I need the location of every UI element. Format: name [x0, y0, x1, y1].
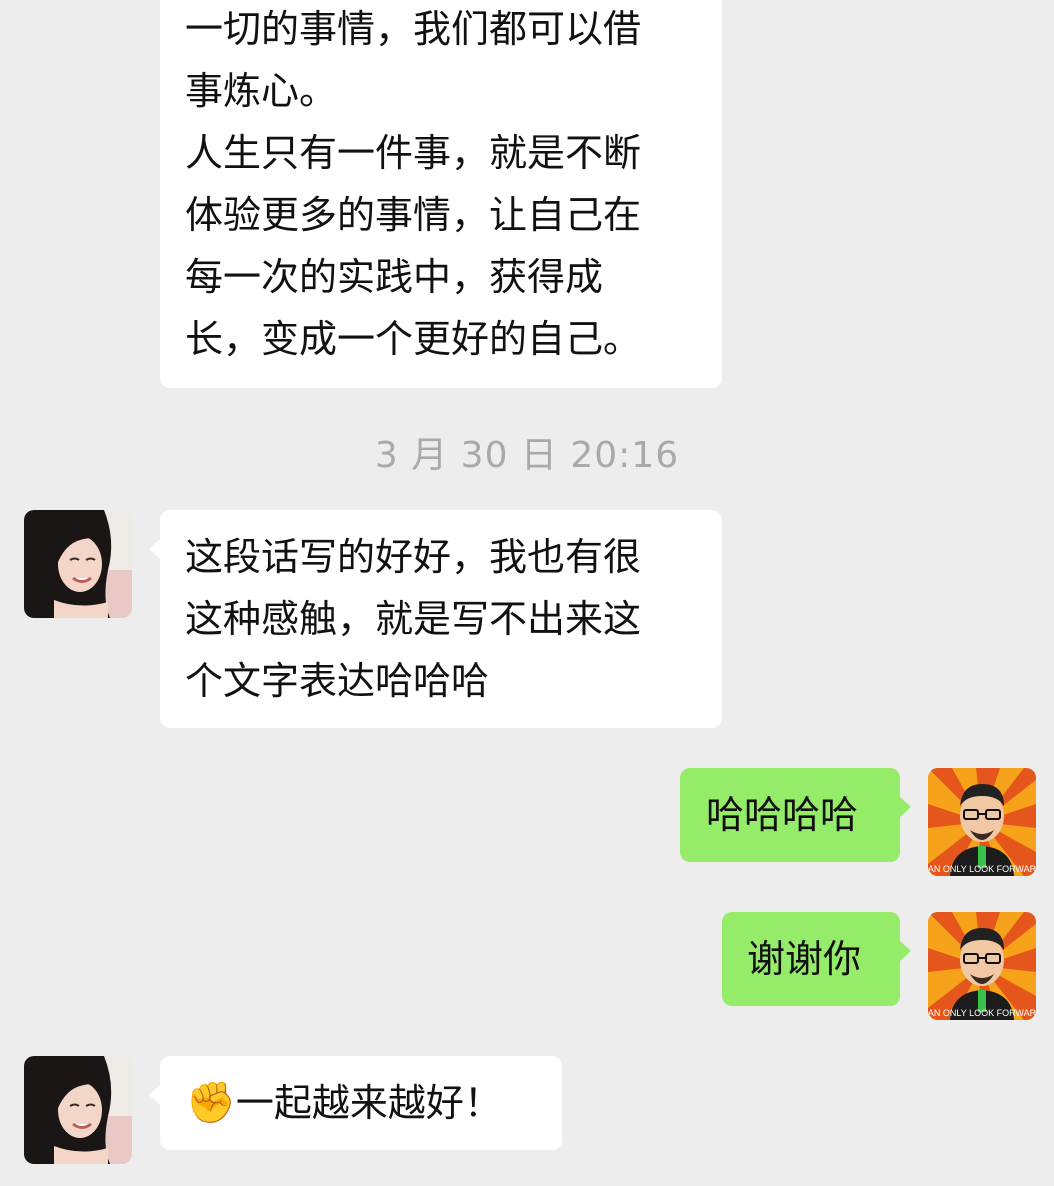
- bubble-tail: [899, 796, 911, 818]
- message-bubble-incoming[interactable]: 这段话写的好好，我也有很 这种感触，就是写不出来这 个文字表达哈哈哈: [149, 510, 722, 728]
- message-bubble-incoming[interactable]: 一切的事情，我们都可以借 事炼心。 人生只有一件事，就是不断 体验更多的事情，让…: [160, 0, 722, 388]
- message-line: 长，变成一个更好的自己。: [185, 317, 642, 361]
- self-avatar[interactable]: CAN ONLY LOOK FORWARD: [928, 768, 1036, 876]
- message-line: 事炼心。: [185, 69, 338, 113]
- bubble-tail: [149, 1084, 161, 1106]
- message-line: 体验更多的事情，让自己在: [185, 193, 642, 237]
- contact-avatar-image: [24, 1056, 132, 1164]
- message-line: 个文字表达哈哈哈: [185, 659, 490, 703]
- self-avatar-image: CAN ONLY LOOK FORWARD: [928, 768, 1036, 876]
- avatar-caption: CAN ONLY LOOK FORWARD: [928, 864, 1036, 874]
- self-avatar[interactable]: CAN ONLY LOOK FORWARD: [928, 912, 1036, 1020]
- raised-fist-emoji-icon: ✊: [186, 1080, 236, 1126]
- contact-avatar[interactable]: [24, 1056, 132, 1164]
- chat-timestamp: 3 月 30 日 20:16: [374, 435, 680, 476]
- message-line: 人生只有一件事，就是不断: [185, 131, 642, 175]
- message-line: 一切的事情，我们都可以借: [185, 7, 642, 51]
- message-text: 谢谢你: [747, 937, 862, 981]
- message-bubble-outgoing[interactable]: 谢谢你: [722, 912, 911, 1006]
- message-bubble-outgoing[interactable]: 哈哈哈哈: [680, 768, 911, 862]
- contact-avatar-image: [24, 510, 132, 618]
- message-line: 这段话写的好好，我也有很: [185, 535, 642, 579]
- avatar-caption: CAN ONLY LOOK FORWARD: [928, 1008, 1036, 1018]
- message-bubble-incoming[interactable]: ✊一起越来越好！: [149, 1056, 562, 1150]
- bubble-tail: [149, 538, 161, 560]
- message-line: 每一次的实践中，获得成: [185, 255, 604, 299]
- self-avatar-image: CAN ONLY LOOK FORWARD: [928, 912, 1036, 1020]
- message-line: 这种感触，就是写不出来这: [185, 597, 642, 641]
- message-text: 一起越来越好！: [235, 1081, 502, 1125]
- message-text: 哈哈哈哈: [706, 793, 859, 837]
- contact-avatar[interactable]: [24, 510, 132, 618]
- bubble-tail: [899, 940, 911, 962]
